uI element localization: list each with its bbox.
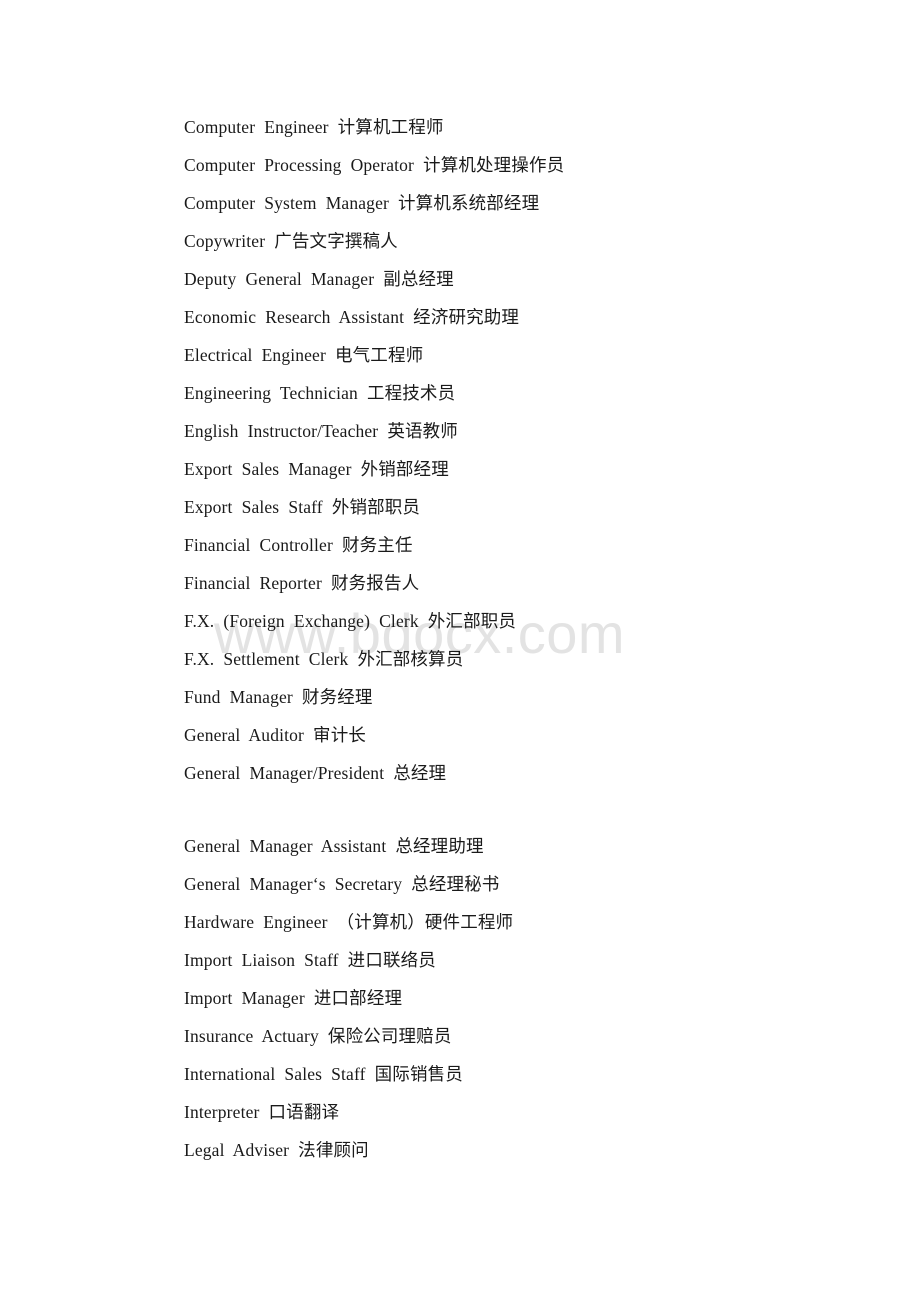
glossary-line: Export Sales Manager 外销部经理 bbox=[184, 459, 449, 479]
glossary-line: Import Manager 进口部经理 bbox=[184, 988, 403, 1008]
glossary-line: F.X. Settlement Clerk 外汇部核算员 bbox=[184, 649, 464, 669]
glossary-line: Computer Processing Operator 计算机处理操作员 bbox=[184, 155, 565, 175]
glossary-line: General Manager/President 总经理 bbox=[184, 763, 447, 783]
glossary-line: General Auditor 审计长 bbox=[184, 725, 367, 745]
glossary-line: Hardware Engineer （计算机）硬件工程师 bbox=[184, 912, 514, 932]
glossary-line: Copywriter 广告文字撰稿人 bbox=[184, 231, 398, 251]
glossary-line: Legal Adviser 法律顾问 bbox=[184, 1140, 369, 1160]
glossary-line: Import Liaison Staff 进口联络员 bbox=[184, 950, 436, 970]
glossary-line: Financial Controller 财务主任 bbox=[184, 535, 413, 555]
glossary-line: International Sales Staff 国际销售员 bbox=[184, 1064, 463, 1084]
glossary-line: Computer System Manager 计算机系统部经理 bbox=[184, 193, 540, 213]
glossary-line-list: Computer Engineer 计算机工程师 Computer Proces… bbox=[184, 108, 884, 1169]
glossary-line: Interpreter 口语翻译 bbox=[184, 1102, 340, 1122]
glossary-line: F.X. (Foreign Exchange) Clerk 外汇部职员 bbox=[184, 611, 517, 631]
glossary-line: Deputy General Manager 副总经理 bbox=[184, 269, 454, 289]
glossary-line: Computer Engineer 计算机工程师 bbox=[184, 117, 444, 137]
document-page: www.bdocx.com Computer Engineer 计算机工程师 C… bbox=[0, 0, 920, 1302]
glossary-line: Economic Research Assistant 经济研究助理 bbox=[184, 307, 520, 327]
glossary-line: Financial Reporter 财务报告人 bbox=[184, 573, 420, 593]
glossary-line: Export Sales Staff 外销部职员 bbox=[184, 497, 421, 517]
glossary-line: Insurance Actuary 保险公司理赔员 bbox=[184, 1026, 452, 1046]
glossary-line: Engineering Technician 工程技术员 bbox=[184, 383, 456, 403]
glossary-line: Fund Manager 财务经理 bbox=[184, 687, 373, 707]
glossary-line: General Manager‘s Secretary 总经理秘书 bbox=[184, 874, 500, 894]
glossary-line: English Instructor/Teacher 英语教师 bbox=[184, 421, 458, 441]
glossary-line: Electrical Engineer 电气工程师 bbox=[184, 345, 424, 365]
glossary-line: General Manager Assistant 总经理助理 bbox=[184, 836, 484, 856]
